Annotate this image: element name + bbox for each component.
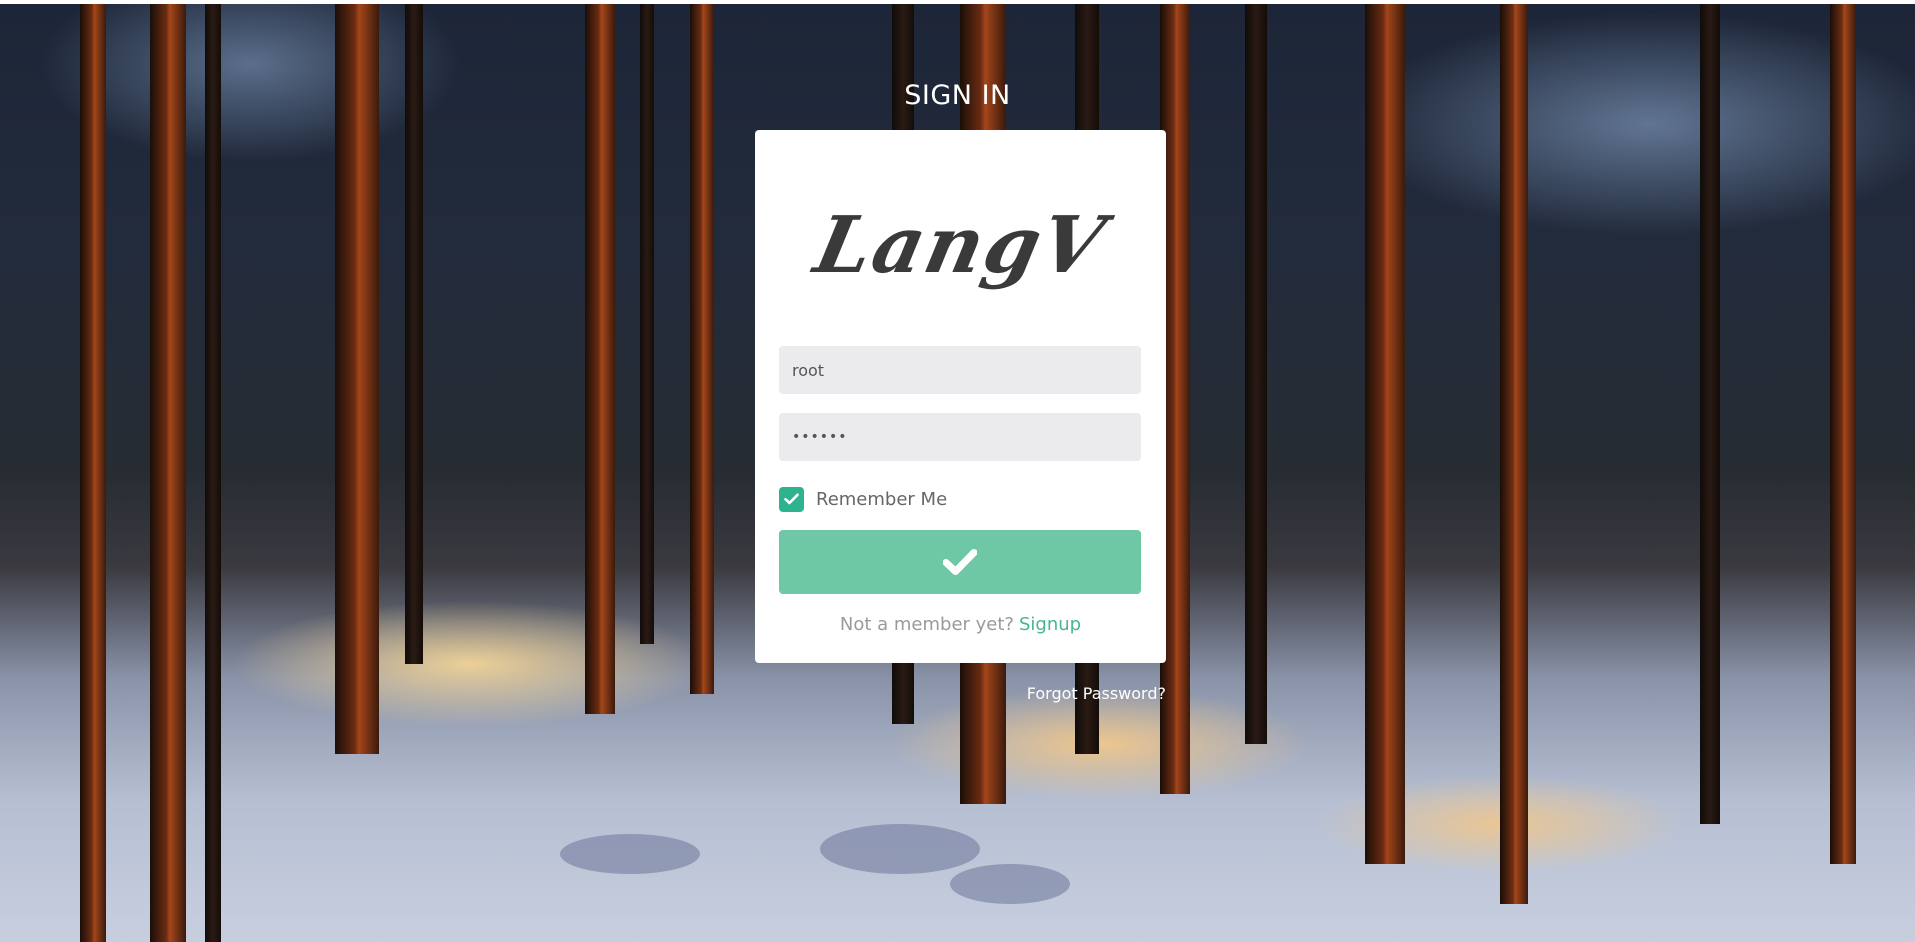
tree-trunk	[205, 4, 221, 942]
tree-trunk	[1245, 4, 1267, 744]
remember-me-checkbox[interactable]: Remember Me	[779, 486, 947, 512]
password-input[interactable]	[779, 413, 1141, 461]
signup-link[interactable]: Signup	[1019, 614, 1081, 635]
tree-trunk	[1500, 4, 1528, 904]
page-title: SIGN IN	[904, 80, 1011, 111]
logo: LangV	[755, 185, 1166, 305]
snow-mound	[950, 864, 1070, 904]
tree-trunk	[335, 4, 379, 754]
signup-prompt: Not a member yet? Signup	[755, 614, 1166, 635]
signup-prompt-text: Not a member yet?	[839, 614, 1014, 635]
checkbox-checked-icon[interactable]	[779, 486, 804, 512]
remember-me-label: Remember Me	[816, 488, 948, 510]
username-input[interactable]	[779, 346, 1141, 394]
tree-trunk	[80, 4, 106, 942]
logo-text: LangV	[807, 199, 1114, 291]
tree-trunk	[1830, 4, 1856, 864]
tree-trunk	[1700, 4, 1720, 824]
snow-mound	[820, 824, 980, 874]
tree-trunk	[1365, 4, 1405, 864]
sign-in-button[interactable]	[779, 530, 1141, 594]
forgot-password-link[interactable]: Forgot Password?	[1027, 684, 1166, 703]
snow-mound	[560, 834, 700, 874]
tree-trunk	[150, 4, 186, 942]
check-icon	[943, 549, 977, 575]
login-card: LangV Remember Me Not a member yet?Signu…	[755, 130, 1166, 663]
